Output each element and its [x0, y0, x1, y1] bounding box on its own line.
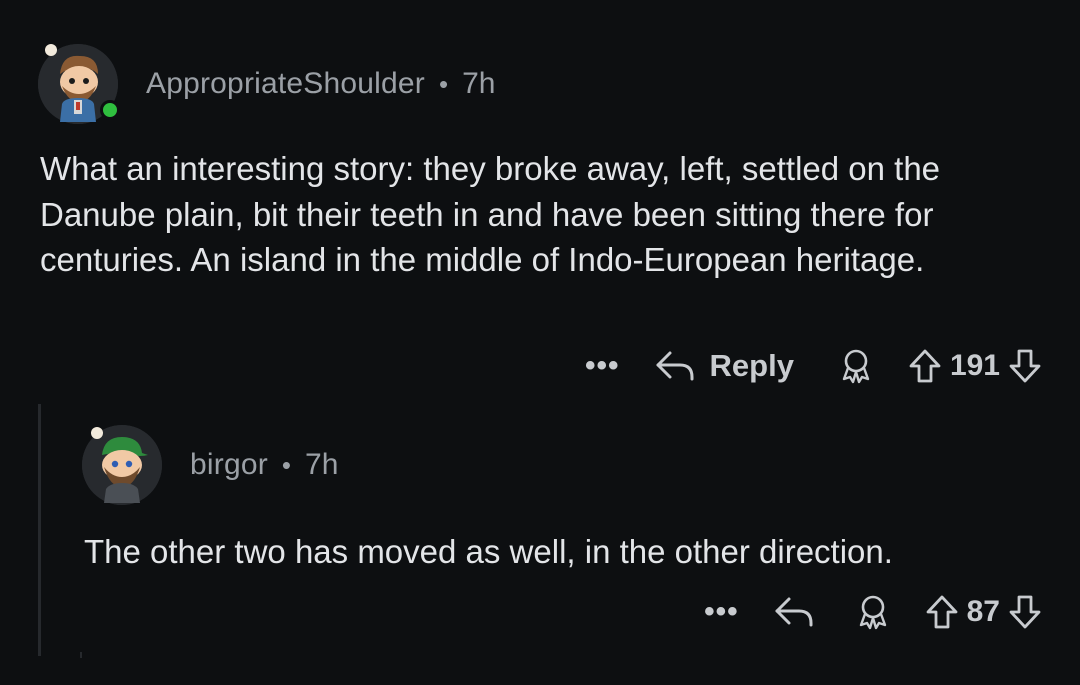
reply-button[interactable]: [773, 595, 815, 629]
comment-actions: ••• Reply 191: [585, 342, 1042, 390]
vote-controls: 87: [925, 594, 1042, 630]
downvote-icon[interactable]: [1008, 594, 1042, 630]
vote-count: 191: [949, 349, 1000, 382]
downvote-icon[interactable]: [1008, 348, 1042, 384]
snoo-avatar-icon: [82, 425, 162, 505]
username[interactable]: AppropriateShoulder: [146, 67, 425, 101]
meta-separator: •: [281, 449, 292, 480]
avatar[interactable]: [38, 44, 120, 124]
timestamp: 7h: [305, 448, 339, 481]
reply-icon: [654, 349, 696, 383]
thread-line-tick: [80, 652, 82, 658]
thread-line[interactable]: [38, 404, 41, 656]
award-button[interactable]: [838, 348, 874, 384]
award-icon: [838, 348, 874, 384]
reply-icon: [773, 595, 815, 629]
award-icon: [855, 594, 891, 630]
comment-header: AppropriateShoulder • 7h: [38, 44, 495, 124]
avatar[interactable]: [82, 425, 162, 505]
reply-comment-header: birgor • 7h: [82, 425, 338, 505]
more-options-button[interactable]: •••: [704, 597, 739, 627]
vote-count: 87: [966, 595, 1000, 628]
comment-thread: AppropriateShoulder • 7h What an interes…: [0, 0, 1080, 685]
comment-body: What an interesting story: they broke aw…: [40, 150, 941, 278]
meta-separator: •: [439, 68, 449, 99]
upvote-icon[interactable]: [908, 348, 942, 384]
comment-body: The other two has moved as well, in the …: [84, 533, 893, 570]
reply-label: Reply: [709, 348, 794, 383]
vote-controls: 191: [908, 348, 1042, 384]
timestamp: 7h: [462, 67, 496, 100]
upvote-icon[interactable]: [925, 594, 959, 630]
username[interactable]: birgor: [190, 448, 268, 482]
comment-actions: ••• 87: [704, 588, 1042, 636]
award-button[interactable]: [855, 594, 891, 630]
online-status-dot: [100, 100, 120, 120]
more-options-button[interactable]: •••: [585, 351, 620, 381]
reply-button[interactable]: Reply: [654, 348, 794, 384]
